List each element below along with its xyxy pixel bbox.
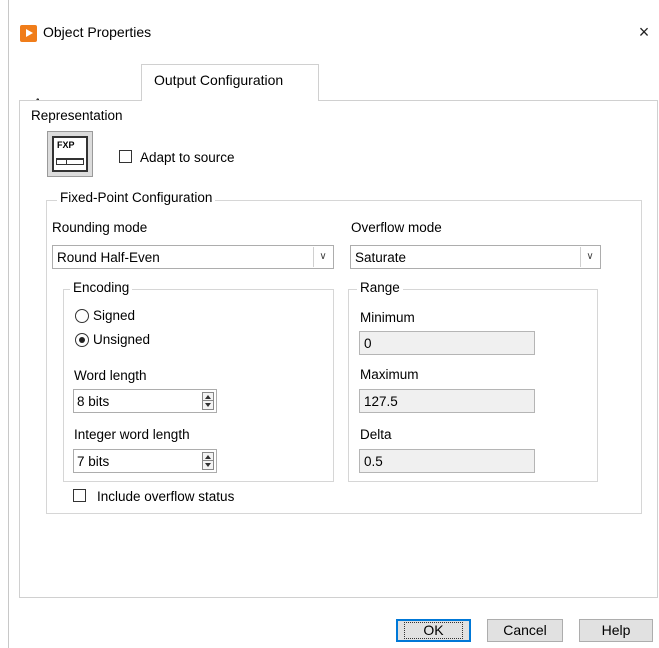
integer-word-length-value: 7 bits	[77, 454, 110, 469]
fixed-point-legend: Fixed-Point Configuration	[57, 190, 216, 205]
include-overflow-status-checkbox[interactable]	[73, 489, 86, 502]
representation-fxp-button[interactable]: FXP	[47, 131, 93, 177]
overflow-mode-select[interactable]: Saturate ∨	[350, 245, 601, 269]
maximum-label: Maximum	[360, 367, 419, 382]
title-bar: Object Properties ×	[9, 0, 659, 64]
object-properties-dialog: Object Properties × Appearance Output Co…	[8, 0, 659, 648]
rounding-mode-select[interactable]: Round Half-Even ∨	[52, 245, 334, 269]
ok-button-label: OK	[404, 622, 463, 639]
labview-app-icon	[20, 25, 37, 42]
spin-buttons-icon[interactable]	[202, 452, 214, 470]
integer-word-length-stepper[interactable]: 7 bits	[73, 449, 217, 473]
integer-word-length-label: Integer word length	[74, 427, 190, 442]
word-length-label: Word length	[74, 368, 147, 383]
signed-label: Signed	[93, 308, 136, 323]
tab-output-configuration[interactable]: Output Configuration	[141, 64, 319, 101]
adapt-to-source-checkbox[interactable]	[119, 150, 132, 163]
tab-output-configuration-label: Output Configuration	[154, 72, 284, 88]
overflow-mode-label: Overflow mode	[351, 220, 442, 235]
word-length-value: 8 bits	[77, 394, 110, 409]
close-icon[interactable]: ×	[631, 18, 657, 46]
adapt-to-source-label: Adapt to source	[140, 150, 235, 165]
range-legend: Range	[357, 280, 403, 295]
spin-buttons-icon[interactable]	[202, 392, 214, 410]
delta-value: 0.5	[364, 454, 383, 469]
include-overflow-status-label: Include overflow status	[97, 489, 235, 504]
chevron-down-icon[interactable]: ∨	[313, 247, 332, 267]
window-title: Object Properties	[43, 24, 152, 40]
word-length-stepper[interactable]: 8 bits	[73, 389, 217, 413]
unsigned-radio[interactable]	[75, 333, 89, 347]
minimum-value: 0	[364, 336, 372, 351]
overflow-mode-value: Saturate	[355, 250, 407, 265]
chevron-down-icon[interactable]: ∨	[580, 247, 599, 267]
unsigned-label: Unsigned	[93, 332, 151, 347]
fxp-icon: FXP	[52, 136, 88, 172]
representation-label: Representation	[31, 108, 123, 123]
fxp-icon-bar	[56, 158, 84, 165]
minimum-label: Minimum	[360, 310, 415, 325]
fxp-icon-text: FXP	[57, 140, 75, 150]
minimum-field: 0	[359, 331, 535, 355]
encoding-legend: Encoding	[70, 280, 133, 295]
ok-button[interactable]: OK	[396, 619, 471, 642]
rounding-mode-label: Rounding mode	[52, 220, 148, 235]
maximum-field: 127.5	[359, 389, 535, 413]
rounding-mode-value: Round Half-Even	[57, 250, 160, 265]
maximum-value: 127.5	[364, 394, 398, 409]
help-button[interactable]: Help	[579, 619, 653, 642]
delta-field: 0.5	[359, 449, 535, 473]
cancel-button[interactable]: Cancel	[487, 619, 563, 642]
delta-label: Delta	[360, 427, 392, 442]
signed-radio[interactable]	[75, 309, 89, 323]
